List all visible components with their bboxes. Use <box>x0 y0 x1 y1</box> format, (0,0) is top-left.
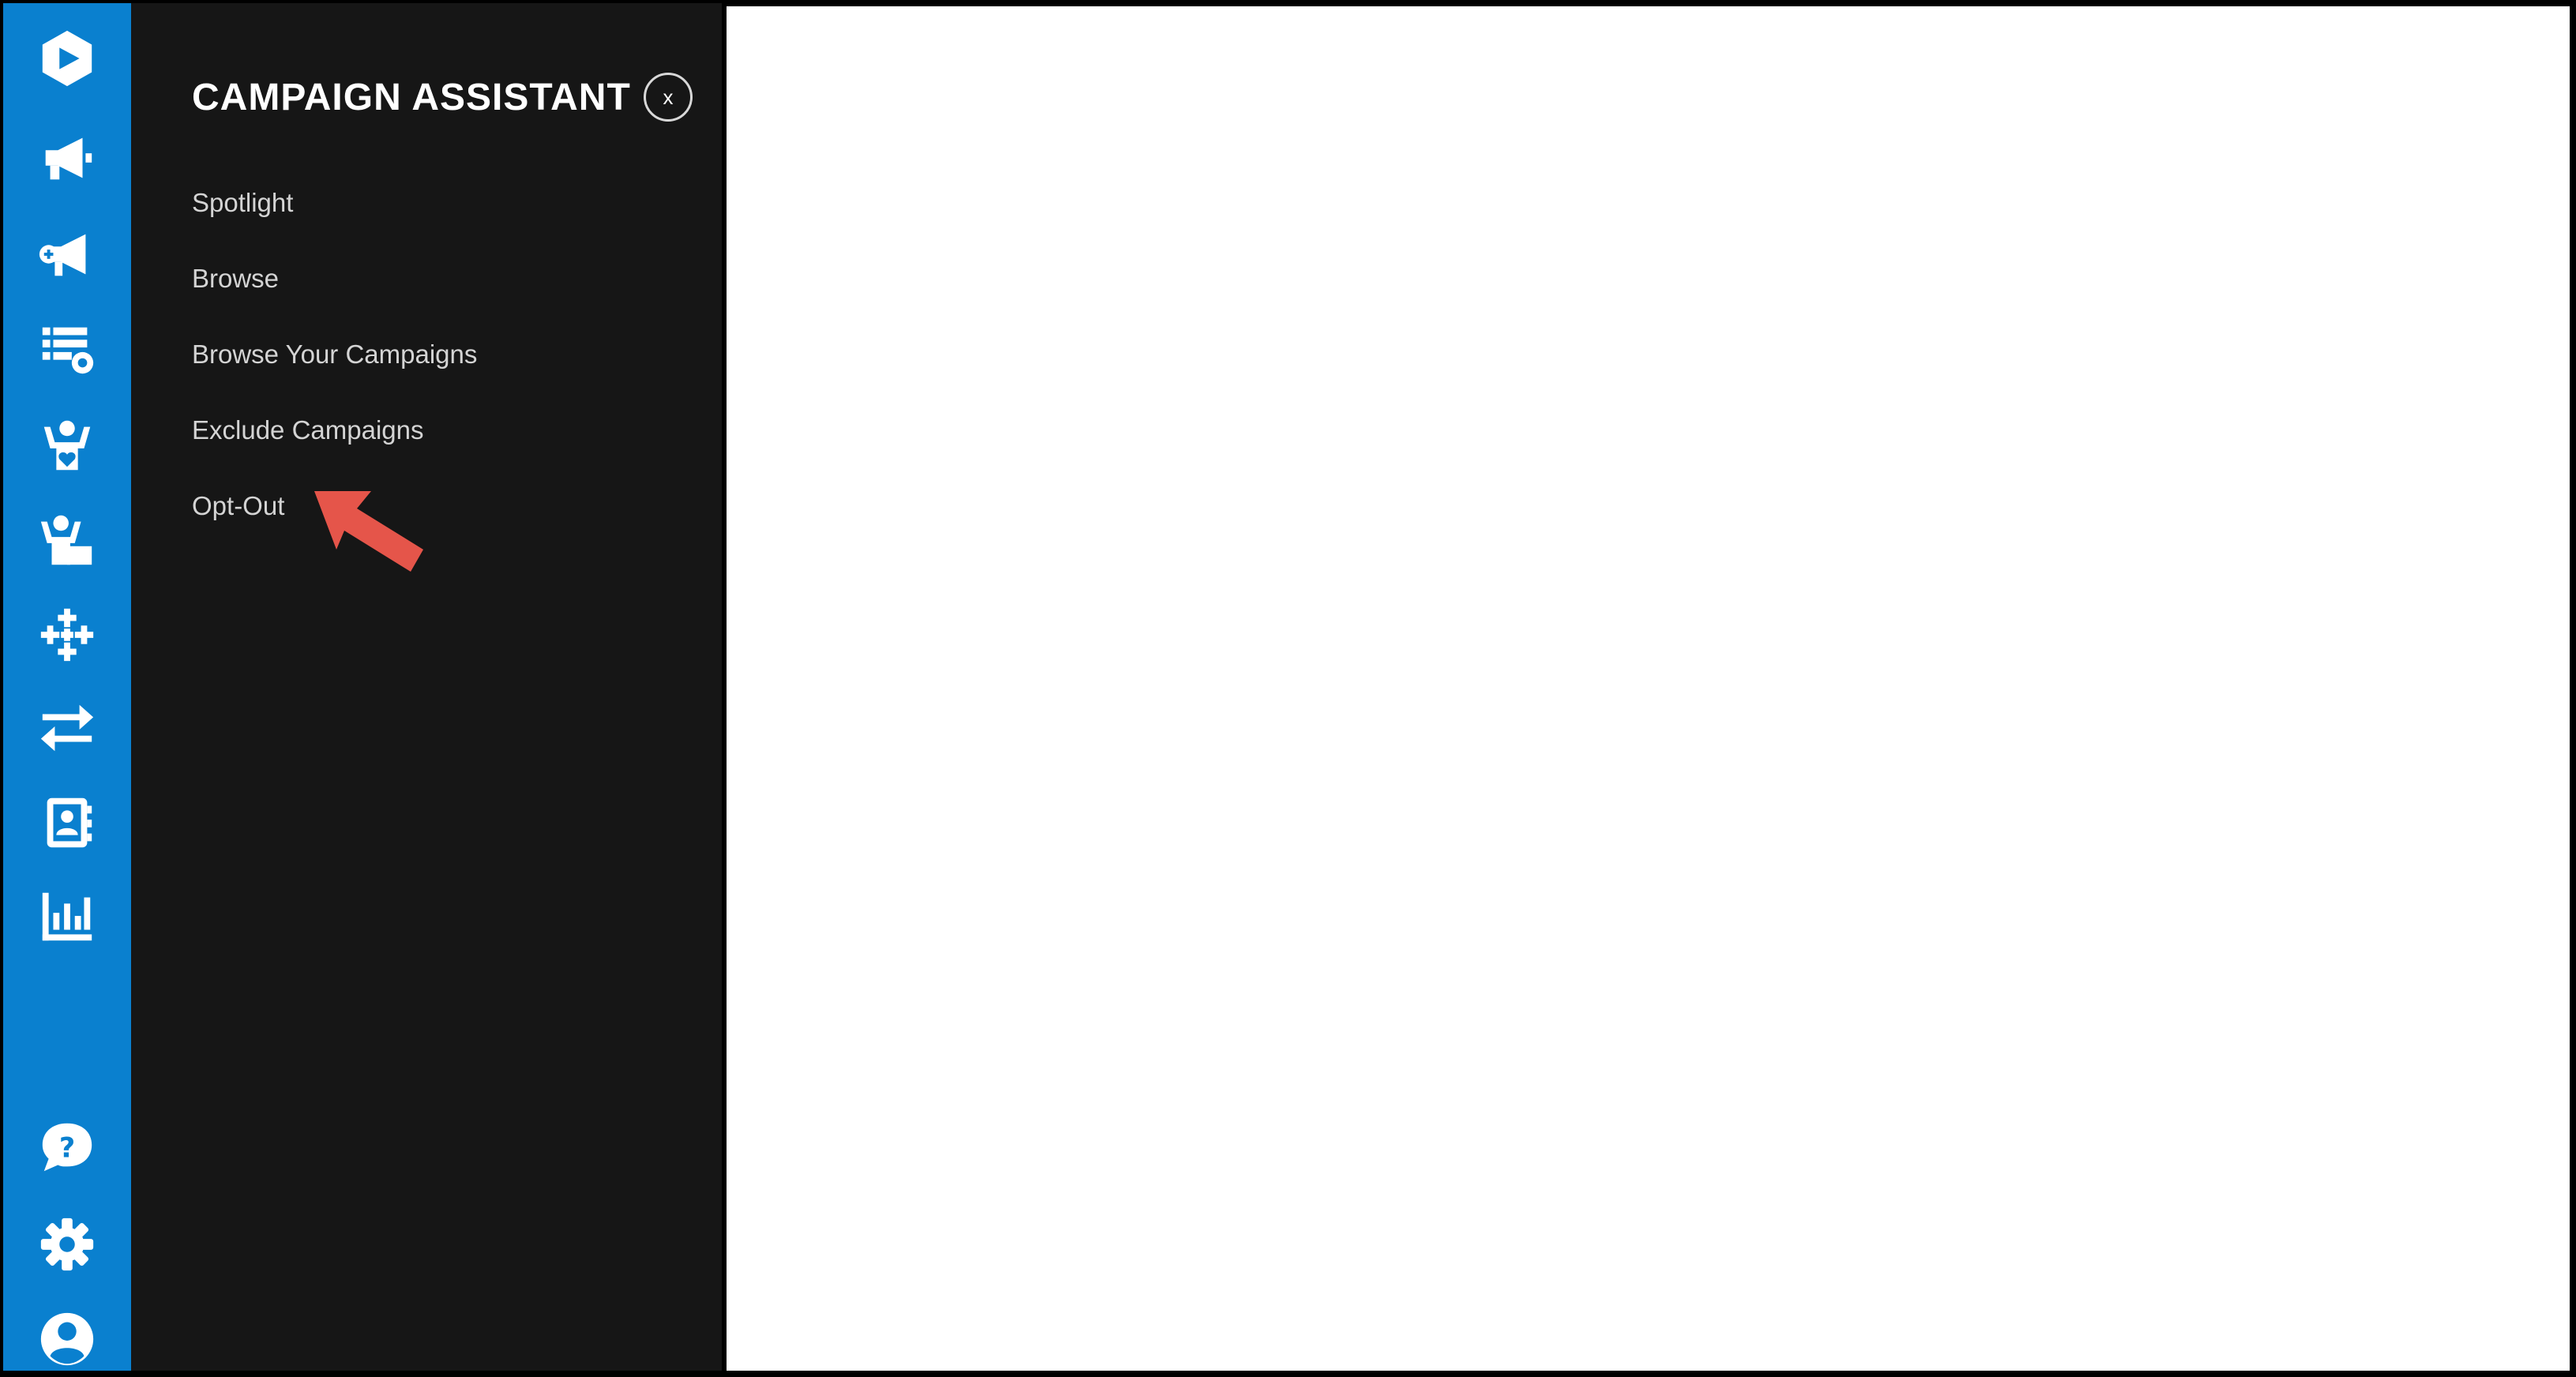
close-button[interactable]: x <box>644 73 693 122</box>
user-account-icon[interactable] <box>3 1301 131 1377</box>
logo-icon[interactable] <box>3 21 131 96</box>
volunteer-board-icon[interactable] <box>3 502 131 578</box>
list-settings-icon[interactable] <box>3 311 131 387</box>
svg-text:?: ? <box>59 1132 75 1165</box>
transfer-arrows-icon[interactable] <box>3 690 131 766</box>
contact-book-icon[interactable] <box>3 785 131 861</box>
bar-chart-icon[interactable] <box>3 878 131 954</box>
main-content-area <box>727 6 2570 1371</box>
menu-item-browse[interactable]: Browse <box>192 264 279 294</box>
campaign-assistant-panel: CAMPAIGN ASSISTANT x Spotlight Browse Br… <box>131 3 722 1371</box>
megaphone-icon[interactable] <box>3 120 131 196</box>
menu-item-browse-your-campaigns[interactable]: Browse Your Campaigns <box>192 340 477 370</box>
annotation-arrow-icon <box>314 491 423 572</box>
settings-gear-icon[interactable] <box>3 1206 131 1282</box>
megaphone-plus-icon[interactable] <box>3 216 131 292</box>
sparkle-grid-icon[interactable] <box>3 597 131 673</box>
menu-item-opt-out[interactable]: Opt-Out <box>192 491 284 521</box>
icon-sidebar: ? <box>3 3 131 1371</box>
help-chat-icon[interactable]: ? <box>3 1110 131 1186</box>
volunteer-heart-icon[interactable] <box>3 407 131 483</box>
panel-title: CAMPAIGN ASSISTANT <box>192 77 631 118</box>
menu-item-spotlight[interactable]: Spotlight <box>192 188 293 218</box>
menu-item-exclude-campaigns[interactable]: Exclude Campaigns <box>192 415 424 445</box>
